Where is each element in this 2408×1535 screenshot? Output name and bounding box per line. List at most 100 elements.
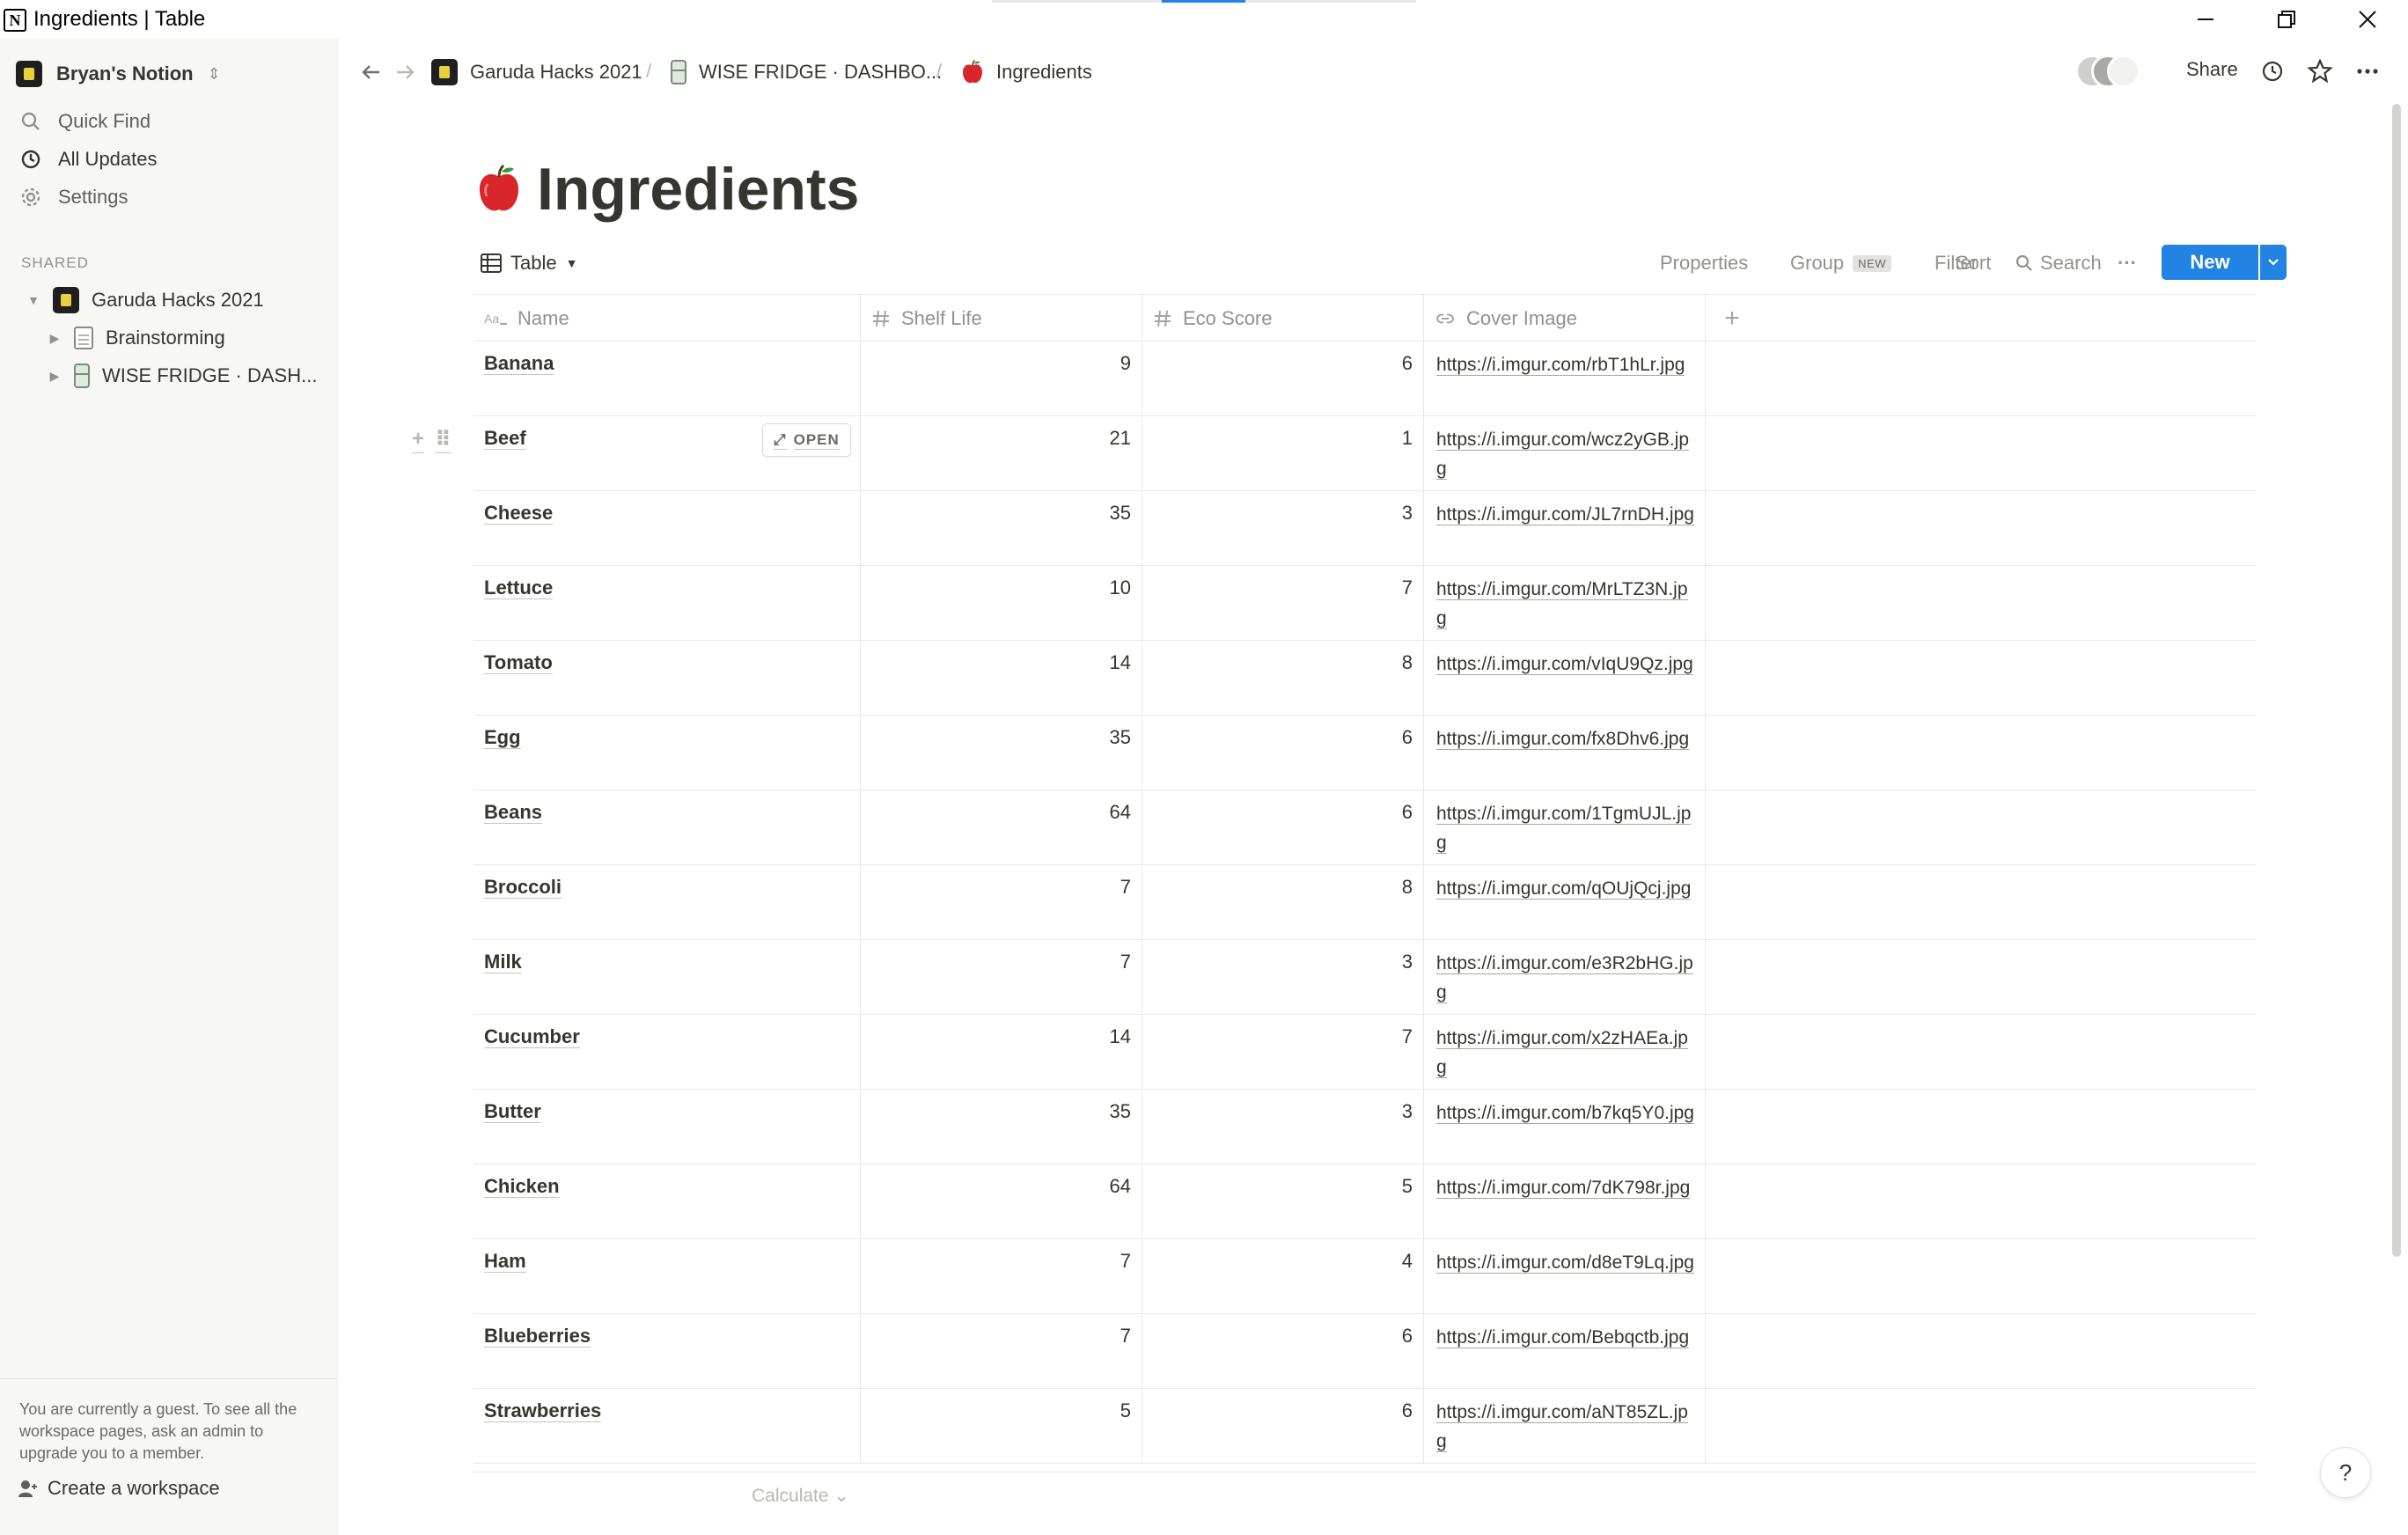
scrollbar[interactable] <box>2392 104 2401 1257</box>
cover-image-cell[interactable]: https://i.imgur.com/MrLTZ3N.jpg <box>1424 566 1706 641</box>
new-record-button[interactable]: New <box>2162 245 2258 280</box>
eco-score-cell[interactable]: 6 <box>1142 1389 1424 1464</box>
close-window-button[interactable] <box>2327 0 2408 39</box>
shelf-life-cell[interactable]: 21 <box>861 416 1142 491</box>
add-row-icon[interactable]: + <box>412 427 425 453</box>
cover-image-cell[interactable]: https://i.imgur.com/vIqU9Qz.jpg <box>1424 641 1706 716</box>
name-cell[interactable]: Lettuce <box>474 566 861 641</box>
table-row[interactable]: Beans 64 6 https://i.imgur.com/1TgmUJL.jpg <box>474 790 2257 865</box>
cover-image-link[interactable]: https://i.imgur.com/rbT1hLr.jpg <box>1436 355 1685 376</box>
table-row[interactable]: Chicken 64 5 https://i.imgur.com/7dK798r.jp… <box>474 1164 2257 1239</box>
name-cell[interactable]: Cucumber <box>474 1015 861 1090</box>
cover-image-cell[interactable]: https://i.imgur.com/qOUjQcj.jpg <box>1424 865 1706 940</box>
name-cell[interactable]: Chicken <box>474 1164 861 1239</box>
shelf-life-cell[interactable]: 9 <box>861 342 1142 416</box>
shelf-life-cell[interactable]: 35 <box>861 491 1142 566</box>
triangle-down-icon[interactable]: ▼ <box>26 293 40 307</box>
workspace-switcher[interactable]: Bryan's Notion ⇕ <box>16 56 221 92</box>
more-options-button[interactable] <box>2352 55 2383 87</box>
eco-score-cell[interactable]: 3 <box>1142 1090 1424 1164</box>
name-cell[interactable]: Banana <box>474 342 861 416</box>
cover-image-cell[interactable]: https://i.imgur.com/wcz2yGB.jpg <box>1424 416 1706 491</box>
cover-image-cell[interactable]: https://i.imgur.com/1TgmUJL.jpg <box>1424 790 1706 865</box>
eco-score-cell[interactable]: 6 <box>1142 790 1424 865</box>
eco-score-cell[interactable]: 6 <box>1142 716 1424 790</box>
table-row[interactable]: Tomato 14 8 https://i.imgur.com/vIqU9Qz.jpg <box>474 641 2257 716</box>
shelf-life-cell[interactable]: 14 <box>861 1015 1142 1090</box>
table-row[interactable]: Milk 7 3 https://i.imgur.com/e3R2bHG.jpg <box>474 940 2257 1015</box>
updates-button[interactable] <box>2257 55 2288 87</box>
column-header-cover-image[interactable]: Cover Image <box>1424 295 1706 342</box>
cover-image-link[interactable]: https://i.imgur.com/aNT85ZL.jpg <box>1436 1402 1688 1452</box>
add-property-button[interactable]: + <box>1706 295 1758 342</box>
help-button[interactable]: ? <box>2320 1447 2371 1498</box>
shelf-life-cell[interactable]: 64 <box>861 1164 1142 1239</box>
eco-score-cell[interactable]: 3 <box>1142 491 1424 566</box>
shelf-life-cell[interactable]: 14 <box>861 641 1142 716</box>
eco-score-cell[interactable]: 4 <box>1142 1239 1424 1314</box>
cover-image-link[interactable]: https://i.imgur.com/wcz2yGB.jpg <box>1436 430 1690 480</box>
shelf-life-cell[interactable]: 35 <box>861 716 1142 790</box>
table-row[interactable]: Ham 7 4 https://i.imgur.com/d8eT9Lq.jpg <box>474 1239 2257 1314</box>
name-cell[interactable]: Broccoli <box>474 865 861 940</box>
cover-image-link[interactable]: https://i.imgur.com/d8eT9Lq.jpg <box>1436 1252 1694 1274</box>
favorite-button[interactable] <box>2304 55 2336 87</box>
name-cell[interactable]: Beans <box>474 790 861 865</box>
shelf-life-cell[interactable]: 10 <box>861 566 1142 641</box>
breadcrumb-ingredients[interactable]: Ingredients <box>961 55 1092 89</box>
table-row[interactable]: Butter 35 3 https://i.imgur.com/b7kq5Y0.jpg <box>474 1090 2257 1164</box>
cover-image-cell[interactable]: https://i.imgur.com/x2zHAEa.jpg <box>1424 1015 1706 1090</box>
sidebar-tree-item-garuda-hacks[interactable]: ▼ Garuda Hacks 2021 <box>26 283 264 318</box>
search-button[interactable]: Search <box>2015 246 2102 280</box>
cover-image-link[interactable]: https://i.imgur.com/MrLTZ3N.jpg <box>1436 579 1688 629</box>
cover-image-link[interactable]: https://i.imgur.com/e3R2bHG.jpg <box>1436 953 1693 1003</box>
cover-image-cell[interactable]: https://i.imgur.com/JL7rnDH.jpg <box>1424 491 1706 566</box>
name-cell[interactable]: Blueberries <box>474 1314 861 1389</box>
shelf-life-cell[interactable]: 7 <box>861 940 1142 1015</box>
properties-button[interactable]: Properties <box>1660 246 1748 280</box>
column-header-eco-score[interactable]: Eco Score <box>1142 295 1424 342</box>
name-cell[interactable]: Beef + ⠿ ⤢ OPEN <box>412 416 861 491</box>
cover-image-link[interactable]: https://i.imgur.com/JL7rnDH.jpg <box>1436 504 1694 525</box>
cover-image-link[interactable]: https://i.imgur.com/vIqU9Qz.jpg <box>1436 654 1693 675</box>
shelf-life-cell[interactable]: 5 <box>861 1389 1142 1464</box>
cover-image-cell[interactable]: https://i.imgur.com/d8eT9Lq.jpg <box>1424 1239 1706 1314</box>
shelf-life-cell[interactable]: 64 <box>861 790 1142 865</box>
table-row[interactable]: Lettuce 10 7 https://i.imgur.com/MrLTZ3N.jp… <box>474 566 2257 641</box>
cover-image-link[interactable]: https://i.imgur.com/7dK798r.jpg <box>1436 1178 1691 1199</box>
eco-score-cell[interactable]: 1 <box>1142 416 1424 491</box>
name-cell[interactable]: Egg <box>474 716 861 790</box>
cover-image-link[interactable]: https://i.imgur.com/b7kq5Y0.jpg <box>1436 1103 1694 1124</box>
database-more-button[interactable]: ··· <box>2118 246 2137 280</box>
create-workspace-button[interactable]: Create a workspace <box>18 1477 220 1500</box>
table-row[interactable]: Broccoli 7 8 https://i.imgur.com/qOUjQcj.jp… <box>474 865 2257 940</box>
eco-score-cell[interactable]: 8 <box>1142 865 1424 940</box>
red-apple-icon[interactable] <box>477 165 521 214</box>
cover-image-cell[interactable]: https://i.imgur.com/fx8Dhv6.jpg <box>1424 716 1706 790</box>
breadcrumb-wise-fridge[interactable]: WISE FRIDGE · DASHBO... <box>671 55 942 89</box>
sidebar-tree-item-wise-fridge[interactable]: ▶ WISE FRIDGE · DASH... <box>48 358 317 393</box>
sidebar-tree-item-brainstorming[interactable]: ▶ Brainstorming <box>48 320 225 356</box>
sidebar-item-all-updates[interactable]: All Updates <box>21 142 158 177</box>
cover-image-cell[interactable]: https://i.imgur.com/e3R2bHG.jpg <box>1424 940 1706 1015</box>
name-cell[interactable]: Strawberries <box>474 1389 861 1464</box>
open-page-button[interactable]: ⤢ OPEN <box>762 423 851 457</box>
cover-image-cell[interactable]: https://i.imgur.com/aNT85ZL.jpg <box>1424 1389 1706 1464</box>
eco-score-cell[interactable]: 5 <box>1142 1164 1424 1239</box>
shelf-life-cell[interactable]: 7 <box>861 865 1142 940</box>
column-header-shelf-life[interactable]: Shelf Life <box>861 295 1142 342</box>
name-cell[interactable]: Tomato <box>474 641 861 716</box>
share-button[interactable]: Share <box>2186 58 2238 81</box>
table-row[interactable]: Strawberries 5 6 https://i.imgur.com/aNT85Z… <box>474 1389 2257 1464</box>
table-row[interactable]: Cheese 35 3 https://i.imgur.com/JL7rnDH.jpg <box>474 491 2257 566</box>
name-cell[interactable]: Ham <box>474 1239 861 1314</box>
minimize-button[interactable] <box>2165 0 2246 39</box>
calculate-button[interactable]: Calculate ⌄ <box>752 1485 849 1507</box>
cover-image-cell[interactable]: https://i.imgur.com/Bebqctb.jpg <box>1424 1314 1706 1389</box>
view-selector[interactable]: Table ▼ <box>481 246 577 280</box>
breadcrumb-garuda-hacks[interactable]: Garuda Hacks 2021 <box>431 55 642 89</box>
column-header-name[interactable]: Aa Name <box>474 295 861 342</box>
page-title[interactable]: Ingredients <box>537 155 860 224</box>
forward-button[interactable] <box>391 58 419 86</box>
eco-score-cell[interactable]: 8 <box>1142 641 1424 716</box>
